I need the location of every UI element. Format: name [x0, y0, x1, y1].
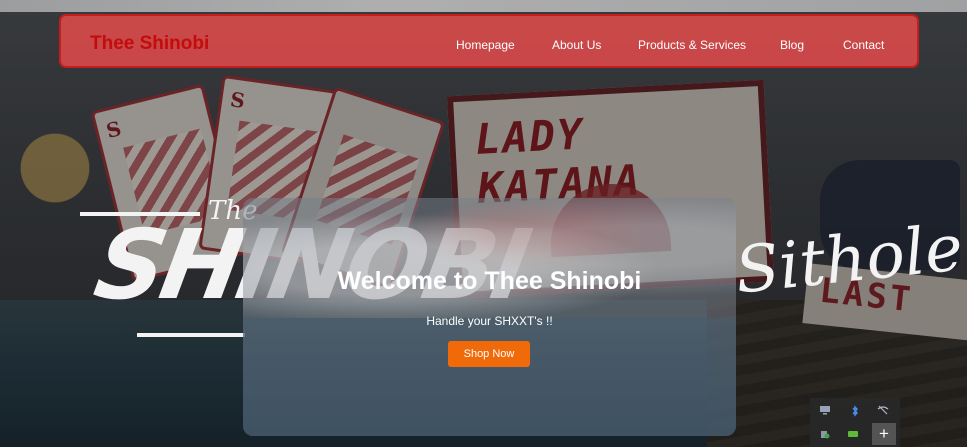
logo-underline-bottom	[137, 333, 245, 337]
main-navbar: Thee Shinobi Homepage About Us Products …	[59, 14, 919, 68]
system-tray-overflow: +	[810, 398, 900, 447]
gpu-icon[interactable]	[846, 429, 860, 443]
add-icon[interactable]: +	[872, 423, 896, 445]
hero-subtitle: Handle your SHXXT's !!	[426, 314, 553, 328]
nav-products-services[interactable]: Products & Services	[638, 38, 746, 52]
shop-now-button[interactable]: Shop Now	[448, 341, 530, 367]
security-icon[interactable]	[818, 428, 832, 442]
nav-blog[interactable]: Blog	[780, 38, 804, 52]
nav-about-us[interactable]: About Us	[552, 38, 601, 52]
bluetooth-icon[interactable]	[848, 405, 862, 419]
nav-homepage[interactable]: Homepage	[456, 38, 515, 52]
brand-logo[interactable]: Thee Shinobi	[90, 33, 209, 55]
nav-contact[interactable]: Contact	[843, 38, 884, 52]
monitor-icon[interactable]	[818, 405, 832, 419]
network-icon[interactable]	[876, 405, 890, 419]
hero-panel: Welcome to Thee Shinobi Handle your SHXX…	[243, 198, 736, 436]
hero-title: Welcome to Thee Shinobi	[337, 267, 642, 295]
